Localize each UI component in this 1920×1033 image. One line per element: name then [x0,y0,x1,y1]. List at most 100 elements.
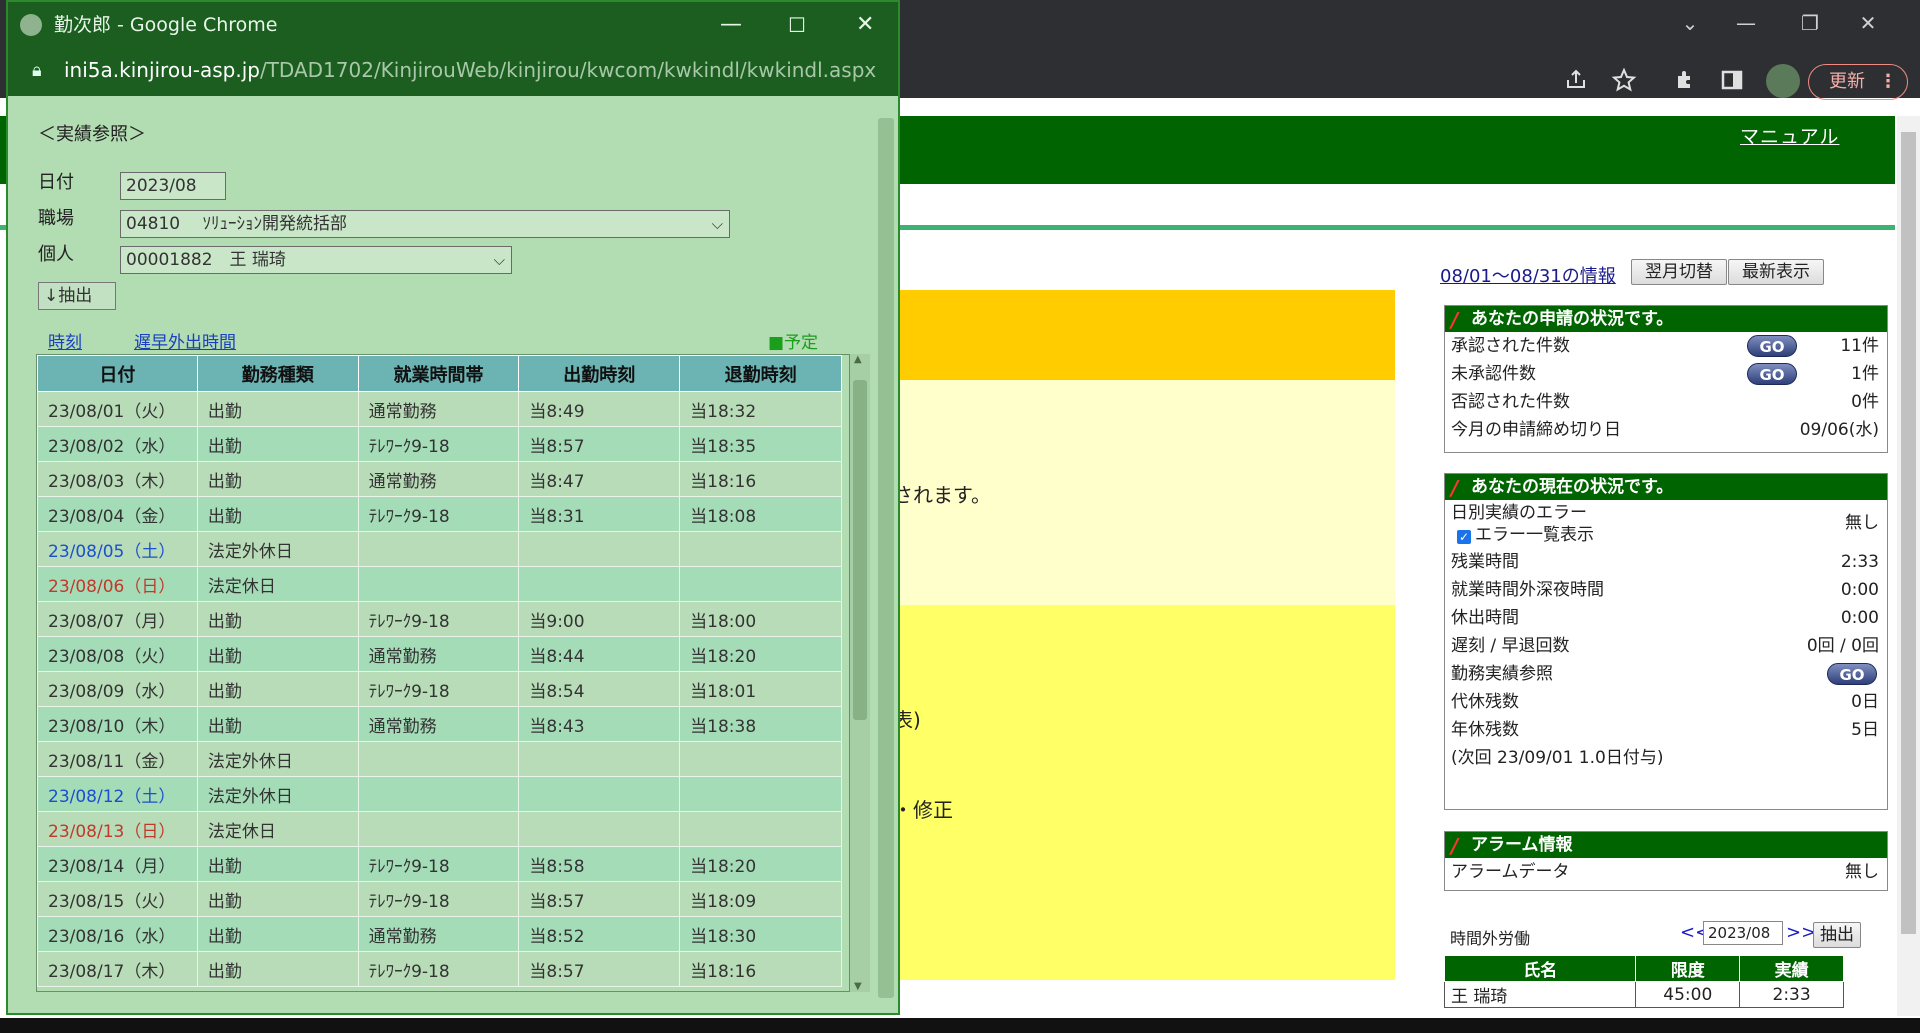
date-field[interactable]: 2023/08 [120,172,226,200]
alert-icon: / [1451,834,1459,858]
table-row[interactable]: 23/08/03（木） 出勤 通常勤務 当8:47 当18:16 [37,461,842,497]
cell-work-type: 出勤 [196,461,359,497]
cell-date: 23/08/05（土） [37,531,198,567]
more-menu-icon[interactable]: ⋮ [1879,65,1897,98]
cell-time-band: 通常勤務 [357,706,520,742]
cell-date: 23/08/15（火） [37,881,198,917]
maximize-icon[interactable]: ☐ [788,2,806,48]
actual-reference-go-button[interactable]: GO [1827,663,1877,685]
table-scrollbar-thumb[interactable] [853,380,867,720]
table-row[interactable]: 23/08/14（月） 出勤 ﾃﾚﾜｰｸ9-18 当8:58 当18:20 [37,846,842,882]
night-row: 就業時間外深夜時間 0:00 [1445,576,1887,604]
cell-clock-in: 当8:44 [518,636,681,672]
table-row[interactable]: 23/08/01（火） 出勤 通常勤務 当8:49 当18:32 [37,391,842,427]
chrome-globe-icon [20,14,42,36]
late-early-row: 遅刻 / 早退回数 0回 / 0回 [1445,632,1887,660]
popup-scrollbar-thumb[interactable] [878,118,894,998]
popup-address-bar[interactable]: 🔒︎ ini5a.kinjirou-asp.jp/TDAD1702/Kinjir… [8,50,898,96]
overtime-extract-button[interactable]: 抽出 [1813,922,1861,948]
annual-leave-value: 5日 [1851,720,1879,740]
profile-avatar[interactable] [1766,64,1800,98]
table-row[interactable]: 23/08/11（金） 法定外休日 [37,741,842,777]
manual-link[interactable]: マニュアル [1740,122,1839,149]
cell-time-band: ﾃﾚﾜｰｸ9-18 [357,601,520,637]
chevron-down-icon: ⌵ [493,251,505,269]
scroll-up-icon[interactable]: ▲ [854,354,862,365]
table-row[interactable]: 23/08/04（金） 出勤 ﾃﾚﾜｰｸ9-18 当8:31 当18:08 [37,496,842,532]
person-label: 個人 [38,244,74,265]
error-list-label: エラー一覧表示 [1475,525,1594,545]
cell-clock-out: 当18:20 [679,846,842,882]
pending-go-button[interactable]: GO [1747,363,1797,385]
next-month-button[interactable]: 翌月切替 [1631,259,1727,285]
share-icon[interactable] [1564,68,1592,96]
person-select[interactable]: 00001882 王 瑞琦 ⌵ [120,246,512,274]
table-row[interactable]: 23/08/12（土） 法定外休日 [37,776,842,812]
column-header: 実績 [1739,955,1844,982]
table-row[interactable]: 23/08/17（木） 出勤 ﾃﾚﾜｰｸ9-18 当8:57 当18:16 [37,951,842,987]
cell-date: 23/08/17（木） [37,951,198,987]
cell-clock-in: 当8:31 [518,496,681,532]
table-row[interactable]: 23/08/15（火） 出勤 ﾃﾚﾜｰｸ9-18 当8:57 当18:09 [37,881,842,917]
cell-clock-out: 当18:09 [679,881,842,917]
alarm-data-row: アラームデータ 無し [1445,858,1887,886]
popup-scrollbar[interactable] [874,96,898,1013]
night-label: 就業時間外深夜時間 [1451,580,1604,600]
refresh-button[interactable]: 最新表示 [1728,259,1824,285]
approved-row: 承認された件数 GO 11件 [1445,332,1887,360]
night-value: 0:00 [1840,580,1879,600]
time-link[interactable]: 時刻 [48,328,82,353]
scroll-down-icon[interactable]: ▼ [854,981,862,992]
side-panel-icon[interactable] [1720,68,1748,96]
extract-button[interactable]: ↓抽出 [38,282,116,310]
checkbox-checked-icon[interactable]: ✓ [1457,530,1471,544]
minimize-icon[interactable]: — [720,2,742,48]
tab-search-icon[interactable]: ⌄ [1670,8,1710,38]
cell-time-band [357,741,520,777]
cell-time-band [357,531,520,567]
error-list-toggle[interactable]: ✓ エラー一覧表示 [1451,524,1887,546]
page-scrollbar[interactable] [1897,116,1920,1016]
attendance-table: 日付 勤務種類 就業時間帯 出勤時刻 退勤時刻 23/08/01（火） 出勤 通常勤… [36,354,850,992]
restore-icon[interactable]: ❐ [1790,8,1830,38]
cell-clock-out: 当18:30 [679,916,842,952]
cell-work-type: 出勤 [196,671,359,707]
period-info-link[interactable]: 08/01～08/31の情報 [1440,262,1616,288]
cell-clock-in: 当8:57 [518,426,681,462]
table-row[interactable]: 23/08/06（日） 法定休日 [37,566,842,602]
page-scrollbar-thumb[interactable] [1901,132,1916,934]
cell-date: 23/08/06（日） [37,566,198,602]
table-row[interactable]: 23/08/08（火） 出勤 通常勤務 当8:44 当18:20 [37,636,842,672]
pending-value: 1件 [1851,364,1879,384]
table-row[interactable]: 23/08/09（水） 出勤 ﾃﾚﾜｰｸ9-18 当8:54 当18:01 [37,671,842,707]
cell-work-type: 出勤 [196,846,359,882]
cell-clock-in: 当8:54 [518,671,681,707]
cell-time-band: ﾃﾚﾜｰｸ9-18 [357,951,520,987]
update-button-label: 更新 [1829,71,1865,92]
overtime-table: 氏名 限度 実績 王 瑞琦 45:00 2:33 [1443,955,1844,1008]
menu-yellow-block [880,605,1395,980]
close-icon[interactable]: ✕ [856,2,874,48]
cell-work-type: 出勤 [196,426,359,462]
overtime-month-field[interactable]: 2023/08 [1703,921,1783,945]
table-row[interactable]: 23/08/07（月） 出勤 ﾃﾚﾜｰｸ9-18 当9:00 当18:00 [37,601,842,637]
notice-orange-block [880,290,1395,380]
minimize-icon[interactable]: — [1726,8,1766,38]
comp-leave-value: 0日 [1851,692,1879,712]
employee-name: 王 瑞琦 [1443,981,1637,1008]
close-icon[interactable]: ✕ [1848,8,1888,38]
bookmark-star-icon[interactable] [1612,68,1640,96]
table-row[interactable]: 23/08/10（木） 出勤 通常勤務 当8:43 当18:38 [37,706,842,742]
table-row[interactable]: 23/08/16（水） 出勤 通常勤務 当8:52 当18:30 [37,916,842,952]
workplace-select[interactable]: 04810 ｿﾘｭｰｼｮﾝ開発統括部 ⌵ [120,210,730,238]
table-scrollbar[interactable]: ▲ ▼ [850,354,870,992]
table-row[interactable]: 23/08/05（土） 法定外休日 [37,531,842,567]
table-row[interactable]: 23/08/02（水） 出勤 ﾃﾚﾜｰｸ9-18 当8:57 当18:35 [37,426,842,462]
table-row[interactable]: 23/08/13（日） 法定休日 [37,811,842,847]
cell-date: 23/08/11（金） [37,741,198,777]
approved-go-button[interactable]: GO [1747,335,1797,357]
late-early-link[interactable]: 遅早外出時間 [134,328,236,353]
extensions-puzzle-icon[interactable] [1674,68,1702,96]
next-month-link[interactable]: >> [1786,922,1816,943]
update-button[interactable]: 更新 ⋮ [1808,64,1908,100]
